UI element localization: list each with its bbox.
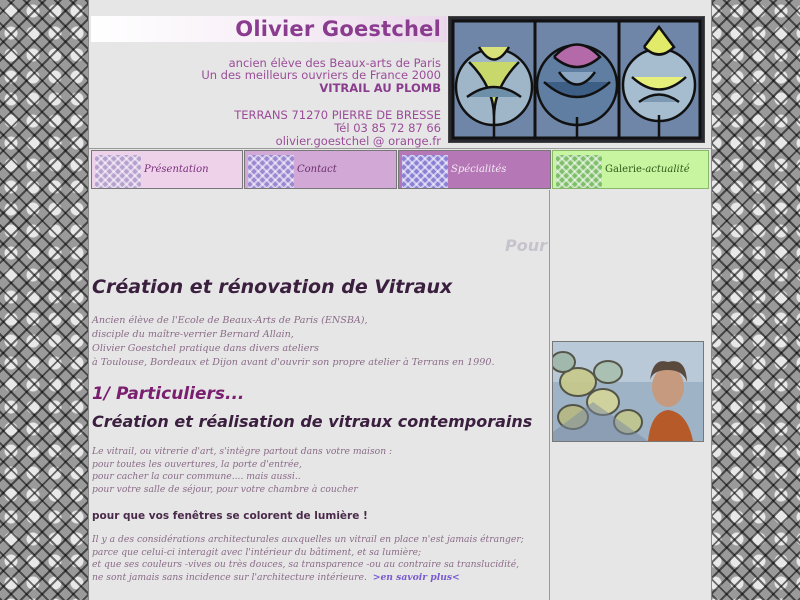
site-title: Olivier Goestchel — [235, 17, 441, 41]
phone-line: Tél 03 85 72 87 66 — [334, 121, 441, 135]
nav-item-presentation[interactable]: Présentation — [91, 150, 243, 189]
paragraph-line: pour toutes les ouvertures, la porte d'e… — [92, 458, 302, 470]
nav-item-contact[interactable]: Contact — [244, 150, 397, 189]
paragraph-line: pour cacher la cour commune.... mais aus… — [92, 471, 301, 482]
nav-label: Présentation — [144, 164, 209, 175]
nav-label: Contact — [297, 164, 337, 175]
paragraph: Il y a des considérations architecturale… — [92, 534, 547, 584]
nav-item-galerie[interactable]: Galerie-actualité — [552, 150, 709, 189]
pour-text: Pour — [505, 236, 547, 255]
paragraph-line: Il y a des considérations architecturale… — [92, 534, 524, 545]
stained-glass-thumb-icon — [248, 155, 294, 188]
stained-glass-thumb-icon — [402, 155, 448, 188]
sidebar — [550, 190, 711, 600]
page-container: Olivier Goestchel ancien élève des Beaux… — [88, 0, 712, 600]
paragraph-line: ne sont jamais sans incidence sur l'arch… — [92, 571, 460, 583]
intro-line: disciple du maître-verrier Bernard Allai… — [92, 329, 294, 340]
nav-label: Galerie-actualité — [605, 164, 690, 175]
stained-glass-thumb-icon — [556, 155, 602, 188]
main-content: Pour Création et rénovation de Vitraux A… — [89, 190, 550, 600]
paragraph-line: et que ses couleurs -vives ou très douce… — [92, 559, 520, 570]
address-line: TERRANS 71270 PIERRE DE BRESSE — [234, 108, 441, 122]
nav-label: Spécialités — [451, 164, 507, 175]
title-bar: Olivier Goestchel — [91, 16, 447, 42]
artist-photo-icon — [552, 341, 704, 442]
intro-text: Ancien élève de l'Ecole de Beaux-Arts de… — [92, 314, 547, 370]
email-link[interactable]: olivier.goestchel @ orange.fr — [276, 134, 441, 148]
nav-item-specialites[interactable]: Spécialités — [398, 150, 551, 189]
award-line: Un des meilleurs ouvriers de France 2000 — [201, 68, 441, 82]
section-heading: 1/ Particuliers... — [92, 384, 245, 404]
main-navigation: Présentation Contact Spécialités Galerie… — [89, 148, 711, 191]
stained-glass-icon — [448, 16, 705, 143]
intro-line: Olivier Goestchel pratique dans divers a… — [92, 343, 319, 354]
trade-line: VITRAIL AU PLOMB — [319, 81, 441, 95]
highlight-text: pour que vos fenêtres se colorent de lum… — [92, 510, 368, 522]
page-title: Création et rénovation de Vitraux — [92, 276, 453, 298]
site-header: Olivier Goestchel ancien élève des Beaux… — [89, 0, 711, 148]
intro-line: Ancien élève de l'Ecole de Beaux-Arts de… — [92, 315, 368, 326]
intro-line: à Toulouse, Bordeaux et Dijon avant d'ou… — [92, 357, 495, 368]
stained-glass-thumb-icon — [95, 155, 141, 188]
paragraph-line: parce que celui-ci interagit avec l'inté… — [92, 546, 422, 558]
paragraph-line: Le vitrail, ou vitrerie d'art, s'intègre… — [92, 446, 393, 457]
paragraph-line: pour votre salle de séjour, pour votre c… — [92, 483, 358, 495]
section-subheading: Création et réalisation de vitraux conte… — [92, 412, 533, 431]
read-more-link[interactable]: >en savoir plus< — [373, 572, 460, 583]
paragraph: Le vitrail, ou vitrerie d'art, s'intègre… — [92, 446, 547, 496]
